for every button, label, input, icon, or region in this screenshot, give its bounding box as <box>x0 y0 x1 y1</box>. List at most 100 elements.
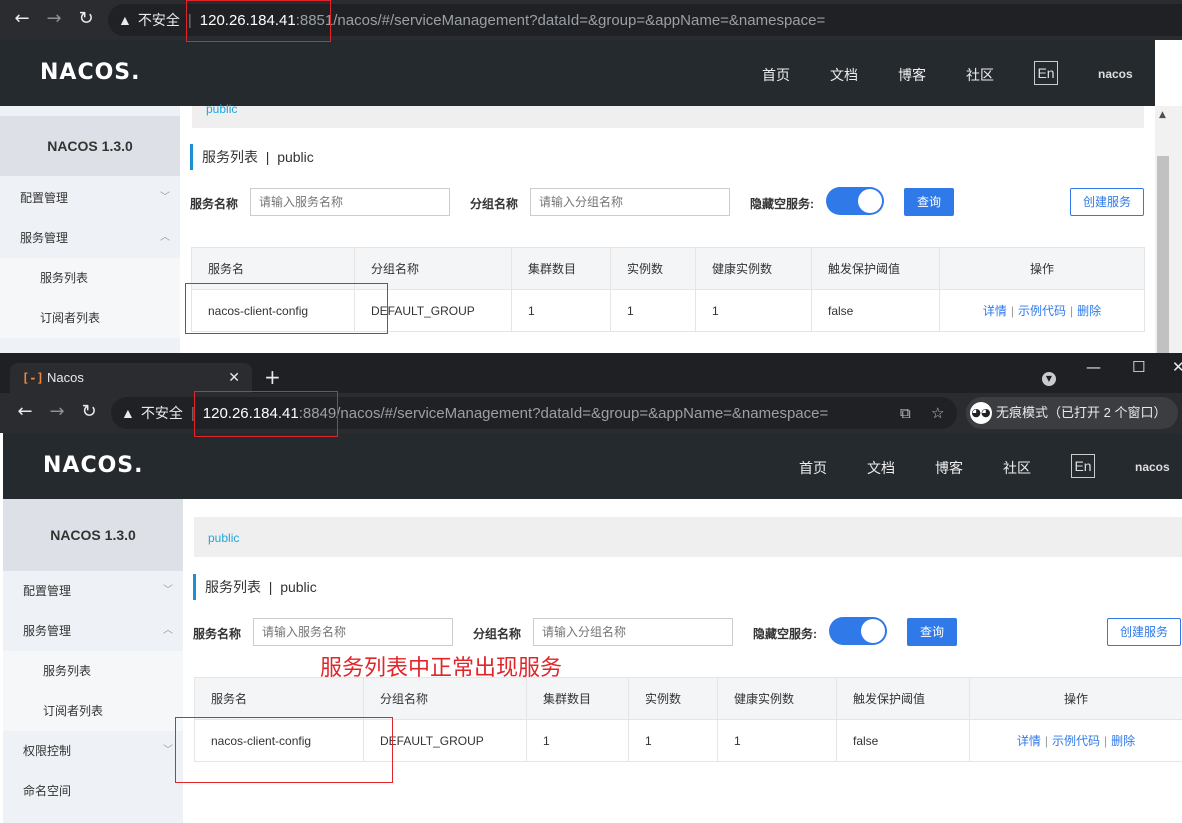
delete-link[interactable]: 删除 <box>1111 734 1135 748</box>
col-group-name: 分组名称 <box>363 677 527 720</box>
sidebar: NACOS 1.3.0 配置管理 ﹀ 服务管理 ︿ 服务列表 订阅者列表 <box>0 106 180 353</box>
nav-docs[interactable]: 文档 <box>867 458 935 478</box>
sidebar-item-service[interactable]: 服务管理 ︿ <box>0 218 180 258</box>
sidebar-item-subscribers[interactable]: 订阅者列表 <box>0 298 180 338</box>
col-healthy: 健康实例数 <box>695 247 812 290</box>
page-title: 服务列表 | public <box>190 144 314 170</box>
sidebar-item-service-list[interactable]: 服务列表 <box>0 258 180 298</box>
language-button[interactable]: En <box>1071 454 1095 478</box>
col-instances: 实例数 <box>610 247 696 290</box>
nacos-favicon-icon: [-] <box>22 371 44 385</box>
reload-icon[interactable]: ↻ <box>77 400 101 424</box>
hide-empty-toggle[interactable] <box>826 187 884 215</box>
user-name[interactable]: nacos <box>1098 67 1133 81</box>
scroll-up-icon[interactable]: ▲ <box>1159 110 1166 120</box>
toggle-knob <box>858 189 882 213</box>
sidebar-item-service-list[interactable]: 服务列表 <box>3 651 183 691</box>
sidebar-item-service[interactable]: 服务管理 ︿ <box>3 611 183 651</box>
bottom-address-row: ← → ↻ ▲ 不安全 | 120.26.184.41:8849/nacos/#/se… <box>0 393 1182 433</box>
create-service-button[interactable]: 创建服务 <box>1070 188 1144 216</box>
service-name-label: 服务名称 <box>193 627 242 641</box>
tab-search-icon[interactable]: ▼ <box>1042 372 1056 386</box>
nav-blog[interactable]: 博客 <box>935 458 1003 478</box>
hide-empty-label: 隐藏空服务: <box>750 197 814 211</box>
sidebar-item-config[interactable]: 配置管理 ﹀ <box>0 178 180 218</box>
cell-healthy: 1 <box>695 289 812 332</box>
url-path: /nacos/#/serviceManagement?dataId=&group… <box>336 405 829 422</box>
language-button[interactable]: En <box>1034 61 1058 85</box>
top-nav: 首页 文档 博客 社区 <box>762 65 1034 85</box>
warning-icon: ▲ <box>118 12 132 28</box>
group-name-label: 分组名称 <box>470 197 519 211</box>
sidebar-item-subscribers[interactable]: 订阅者列表 <box>3 691 183 731</box>
nav-community[interactable]: 社区 <box>966 65 1034 85</box>
cell-instances: 1 <box>628 719 718 762</box>
forward-icon[interactable]: → <box>42 7 66 31</box>
namespace-public[interactable]: public <box>208 531 239 545</box>
new-tab-icon[interactable]: + <box>264 367 281 387</box>
cell-clusters: 1 <box>526 719 629 762</box>
translate-icon[interactable]: ⧉ <box>900 397 911 429</box>
forward-icon[interactable]: → <box>45 400 69 424</box>
sidebar-item-auth[interactable]: 权限控制 ﹀ <box>3 731 183 771</box>
detail-link[interactable]: 详情 <box>1017 734 1041 748</box>
service-name-input[interactable] <box>250 188 450 216</box>
security-label: 不安全 <box>140 405 183 421</box>
page-title: 服务列表 | public <box>193 574 317 600</box>
nav-home[interactable]: 首页 <box>762 65 830 85</box>
hide-empty-toggle[interactable] <box>829 617 887 645</box>
tab-strip: [-] Nacos ✕ + ▼ — ☐ ✕ <box>0 353 1182 393</box>
sample-code-link[interactable]: 示例代码 <box>1018 304 1066 318</box>
query-button[interactable]: 查询 <box>904 188 954 216</box>
cell-ops: 详情 | 示例代码 | 删除 <box>969 719 1182 762</box>
namespace-public[interactable]: public <box>206 102 237 116</box>
cell-threshold: false <box>836 719 970 762</box>
table-header-row: 服务名 分组名称 集群数目 实例数 健康实例数 触发保护阈值 操作 <box>194 677 1182 720</box>
highlight-top-url-box <box>186 0 331 42</box>
chevron-up-icon: ︿ <box>160 232 170 243</box>
col-healthy: 健康实例数 <box>717 677 837 720</box>
group-name-label: 分组名称 <box>473 627 522 641</box>
chevron-down-icon: ﹀ <box>163 585 173 596</box>
tab-close-icon[interactable]: ✕ <box>228 363 240 393</box>
tab-nacos[interactable]: [-] Nacos ✕ <box>10 363 252 393</box>
cell-instances: 1 <box>610 289 696 332</box>
sidebar-item-namespace[interactable]: 命名空间 <box>3 771 183 811</box>
service-name-label: 服务名称 <box>190 197 239 211</box>
nacos-logo[interactable]: NACOS. <box>43 453 144 478</box>
nacos-header: NACOS. 首页 文档 博客 社区 En nacos <box>3 433 1182 499</box>
sidebar-item-config[interactable]: 配置管理 ﹀ <box>3 571 183 611</box>
nav-blog[interactable]: 博客 <box>898 65 966 85</box>
bookmark-star-icon[interactable]: ☆ <box>931 397 944 429</box>
group-name-input[interactable] <box>530 188 730 216</box>
top-nav: 首页 文档 博客 社区 <box>799 458 1071 478</box>
group-name-input[interactable] <box>533 618 733 646</box>
incognito-badge[interactable]: ◕◕ 无痕模式（已打开 2 个窗口） <box>966 397 1179 429</box>
cell-ops: 详情 | 示例代码 | 删除 <box>939 289 1145 332</box>
minimize-icon[interactable]: — <box>1086 358 1101 376</box>
sample-code-link[interactable]: 示例代码 <box>1052 734 1100 748</box>
nacos-header: NACOS. 首页 文档 博客 社区 En nacos <box>0 40 1155 106</box>
chevron-down-icon: ﹀ <box>163 745 173 756</box>
user-name[interactable]: nacos <box>1135 460 1170 474</box>
nav-home[interactable]: 首页 <box>799 458 867 478</box>
annotation-note: 服务列表中正常出现服务 <box>320 656 563 681</box>
nacos-logo[interactable]: NACOS. <box>40 60 141 85</box>
col-threshold: 触发保护阈值 <box>836 677 970 720</box>
reload-icon[interactable]: ↻ <box>74 7 98 31</box>
scrollbar-thumb[interactable] <box>1157 156 1169 353</box>
back-icon[interactable]: ← <box>13 400 37 424</box>
version-label: NACOS 1.3.0 <box>3 499 183 571</box>
maximize-icon[interactable]: ☐ <box>1132 358 1145 376</box>
back-icon[interactable]: ← <box>10 7 34 31</box>
query-button[interactable]: 查询 <box>907 618 957 646</box>
window-close-icon[interactable]: ✕ <box>1172 358 1182 376</box>
col-clusters: 集群数目 <box>526 677 629 720</box>
detail-link[interactable]: 详情 <box>983 304 1007 318</box>
delete-link[interactable]: 删除 <box>1077 304 1101 318</box>
service-name-input[interactable] <box>253 618 453 646</box>
nav-community[interactable]: 社区 <box>1003 458 1071 478</box>
cell-healthy: 1 <box>717 719 837 762</box>
nav-docs[interactable]: 文档 <box>830 65 898 85</box>
create-service-button[interactable]: 创建服务 <box>1107 618 1181 646</box>
